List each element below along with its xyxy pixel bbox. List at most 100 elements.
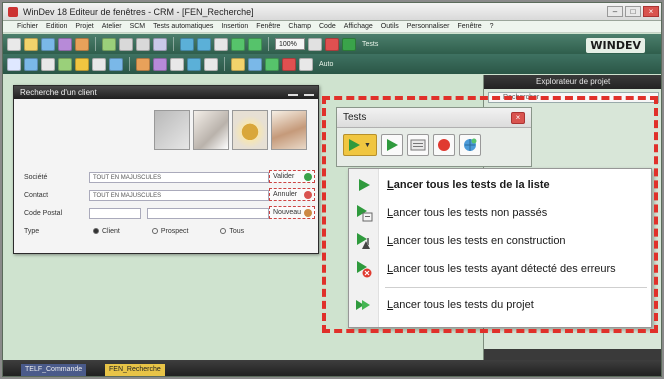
- green-run-icon[interactable]: [231, 37, 245, 51]
- record-icon[interactable]: [325, 37, 339, 51]
- toolbar-separator: [268, 37, 269, 51]
- new-icon: [304, 209, 312, 217]
- menu-personnaliser[interactable]: Personnaliser: [407, 21, 450, 32]
- product-image[interactable]: [193, 110, 229, 150]
- menu-affichage[interactable]: Affichage: [344, 21, 373, 32]
- pointer-icon[interactable]: [7, 57, 21, 71]
- project-icon[interactable]: [58, 37, 72, 51]
- tree-icon[interactable]: [231, 57, 245, 71]
- align-icon[interactable]: [214, 37, 228, 51]
- menu-bar: Fichier Edition Projet Atelier SCM Tests…: [3, 21, 661, 33]
- cancel-icon: [304, 191, 312, 199]
- radio-client[interactable]: Client: [92, 228, 120, 235]
- go-icon[interactable]: [248, 37, 262, 51]
- window-controls: – □ ×: [607, 6, 659, 17]
- check-icon[interactable]: [170, 57, 184, 71]
- field-label: Contact: [24, 192, 49, 199]
- annuler-button[interactable]: Annuler: [269, 188, 315, 201]
- menu-fenetre[interactable]: Fenêtre: [256, 21, 280, 32]
- radio-prospect[interactable]: Prospect: [151, 228, 189, 235]
- tab-icon[interactable]: [153, 57, 167, 71]
- radio-icon[interactable]: [187, 57, 201, 71]
- save-icon[interactable]: [41, 37, 55, 51]
- redo-icon[interactable]: [197, 37, 211, 51]
- menu-atelier[interactable]: Atelier: [102, 21, 122, 32]
- menu-outils[interactable]: Outils: [381, 21, 399, 32]
- menu-fenetre-2[interactable]: Fenêtre: [458, 21, 482, 32]
- auto-label[interactable]: Auto: [316, 61, 336, 68]
- field-row-contact: Contact TOUT EN MAJUSCULES: [24, 190, 269, 202]
- image-icon[interactable]: [75, 57, 89, 71]
- menu-help[interactable]: ?: [490, 21, 494, 32]
- new-icon[interactable]: [7, 37, 21, 51]
- close-button[interactable]: ×: [643, 6, 659, 17]
- product-image[interactable]: [232, 110, 268, 150]
- combo-icon[interactable]: [92, 57, 106, 71]
- contact-input[interactable]: TOUT EN MAJUSCULES: [89, 190, 269, 201]
- menu-insertion[interactable]: Insertion: [221, 21, 248, 32]
- paste-icon[interactable]: [153, 37, 167, 51]
- chart-icon[interactable]: [136, 57, 150, 71]
- grid-icon[interactable]: [308, 37, 322, 51]
- menu-scm[interactable]: SCM: [130, 21, 146, 32]
- menu-projet[interactable]: Projet: [75, 21, 93, 32]
- ide-title-bar: WinDev 18 Editeur de fenêtres - CRM - [F…: [3, 3, 661, 21]
- shape-icon[interactable]: [282, 57, 296, 71]
- product-image[interactable]: [271, 110, 307, 150]
- button-label: Valider: [273, 173, 295, 180]
- window-title: WinDev 18 Editeur de fenêtres - CRM - [F…: [23, 7, 254, 17]
- planning-icon[interactable]: [248, 57, 262, 71]
- societe-input[interactable]: TOUT EN MAJUSCULES: [89, 172, 269, 183]
- tab-fen-recherche[interactable]: FEN_Recherche: [105, 364, 165, 376]
- windev-app-icon: [8, 7, 18, 17]
- highlight-frame: [322, 96, 658, 333]
- ville-input[interactable]: [147, 208, 269, 219]
- image-strip: [154, 110, 307, 150]
- field-row-code-postal: Code Postal: [24, 208, 269, 220]
- open-icon[interactable]: [24, 37, 38, 51]
- supercontrol-icon[interactable]: [299, 57, 313, 71]
- edit-icon[interactable]: [41, 57, 55, 71]
- cut-icon[interactable]: [119, 37, 133, 51]
- menu-edition[interactable]: Edition: [46, 21, 67, 32]
- list-icon[interactable]: [204, 57, 218, 71]
- tab-telf-commande[interactable]: TELF_Commande: [21, 364, 87, 376]
- button-label: Nouveau: [273, 209, 302, 216]
- menu-code[interactable]: Code: [319, 21, 336, 32]
- compile-icon[interactable]: [102, 37, 116, 51]
- designer-window-controls: [288, 88, 314, 96]
- maximize-button[interactable]: □: [625, 6, 641, 17]
- progress-icon[interactable]: [265, 57, 279, 71]
- code-postal-input[interactable]: [89, 208, 141, 219]
- copy-icon[interactable]: [136, 37, 150, 51]
- table-icon[interactable]: [109, 57, 123, 71]
- field-row-societe: Société TOUT EN MAJUSCULES: [24, 172, 269, 184]
- test-icon[interactable]: [342, 37, 356, 51]
- field-icon[interactable]: [24, 57, 38, 71]
- valider-button[interactable]: Valider: [269, 170, 315, 183]
- minimize-button[interactable]: –: [607, 6, 623, 17]
- designer-maximize-icon[interactable]: [304, 88, 314, 96]
- window-designer: Recherche d'un client Société TOUT EN MA…: [13, 85, 319, 254]
- undo-icon[interactable]: [180, 37, 194, 51]
- radio-dot: [92, 228, 99, 235]
- project-explorer-title: Explorateur de projet: [484, 75, 661, 89]
- document-tab-bar: TELF_Commande FEN_Recherche: [3, 360, 661, 376]
- radio-label: Prospect: [160, 228, 189, 235]
- radio-tous[interactable]: Tous: [220, 228, 244, 235]
- window-icon[interactable]: [75, 37, 89, 51]
- radio-dot: [220, 228, 227, 235]
- designer-minimize-icon[interactable]: [288, 88, 298, 96]
- menu-champ[interactable]: Champ: [288, 21, 311, 32]
- menu-fichier[interactable]: Fichier: [17, 21, 38, 32]
- field-label: Société: [24, 174, 48, 181]
- menu-tests-automatiques[interactable]: Tests automatiques: [153, 21, 213, 32]
- zoom-field[interactable]: 100%: [275, 38, 305, 50]
- check-icon: [304, 173, 312, 181]
- tests-toolbar-label[interactable]: Tests: [359, 41, 381, 48]
- nouveau-button[interactable]: Nouveau: [269, 206, 315, 219]
- button-icon[interactable]: [58, 57, 72, 71]
- radio-label: Tous: [229, 228, 245, 235]
- radio-dot: [151, 228, 158, 235]
- product-image[interactable]: [154, 110, 190, 150]
